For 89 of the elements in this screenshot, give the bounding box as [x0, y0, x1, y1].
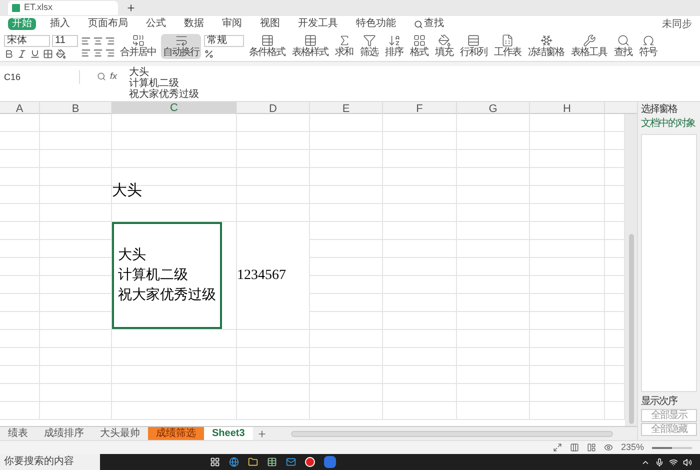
ribbon-icon — [362, 34, 376, 47]
menu-tab[interactable]: 插入 — [46, 18, 74, 30]
task-view-icon[interactable] — [210, 457, 220, 467]
ribbon-icon — [616, 34, 630, 47]
add-sheet-icon[interactable] — [256, 428, 267, 438]
zoom-icon[interactable] — [96, 72, 106, 82]
align-bottom-icon[interactable] — [105, 48, 115, 58]
ribbon-icon — [304, 34, 316, 47]
microphone-icon[interactable] — [655, 458, 664, 466]
align-middle-icon[interactable] — [93, 48, 103, 58]
ribbon-button[interactable]: 条件格式 — [247, 34, 287, 59]
cell-text-line: 祝大家优秀过级 — [118, 286, 216, 304]
ribbon-icon — [260, 34, 274, 47]
ribbon-icon — [412, 34, 426, 47]
ribbon-icon — [438, 34, 450, 47]
ribbon-icon — [132, 34, 144, 47]
ribbon-icon — [467, 34, 480, 47]
browser-icon[interactable] — [229, 457, 239, 467]
mail-icon[interactable] — [286, 457, 296, 467]
fullscreen-icon[interactable] — [552, 443, 562, 452]
name-box[interactable]: C16 — [0, 70, 80, 84]
percent-icon[interactable] — [204, 48, 214, 58]
ribbon-button[interactable]: 符号 — [637, 34, 659, 59]
sheet-tab[interactable]: 成绩排序 — [36, 427, 92, 440]
font-select[interactable]: 宋体 — [4, 34, 50, 46]
zoom-level[interactable]: 235% — [620, 440, 644, 454]
menu-tab[interactable]: 开发工具 — [294, 18, 342, 30]
page-view-icon[interactable] — [586, 443, 596, 452]
ribbon-button[interactable]: 格式 — [408, 34, 430, 59]
cell-text-line: 计算机二级 — [118, 266, 189, 284]
sync-status[interactable]: 未同步 — [662, 16, 692, 32]
menu-tab[interactable]: 视图 — [256, 18, 284, 30]
pane-title: 选择窗格 — [641, 104, 678, 116]
align-right-icon[interactable] — [105, 36, 115, 46]
ribbon-button[interactable]: 合并居中 — [118, 34, 158, 59]
eye-icon[interactable] — [604, 443, 613, 452]
border-icon[interactable] — [43, 48, 53, 58]
folder-icon[interactable] — [248, 457, 258, 467]
table-cell-text: 1234567 — [237, 266, 286, 284]
record-icon[interactable] — [305, 457, 315, 467]
align-left-icon[interactable] — [81, 36, 91, 46]
ribbon-button[interactable]: 填充 — [433, 34, 455, 59]
ribbon-button[interactable]: 表格工具 — [569, 34, 609, 59]
ribbon-button[interactable]: 表格样式 — [290, 34, 330, 59]
menu-tab[interactable]: 审阅 — [218, 18, 246, 30]
sheet-tab[interactable]: 绩表 — [0, 427, 36, 440]
number-format-select[interactable]: 常规 — [204, 34, 244, 46]
ribbon-icon — [540, 34, 552, 47]
pane-subtitle: 文档中的对象 — [641, 118, 696, 130]
order-label: 显示次序 — [641, 396, 678, 408]
horizontal-scrollbar[interactable] — [290, 430, 613, 436]
ribbon-button[interactable]: 排序 — [383, 34, 405, 59]
vertical-scrollbar[interactable] — [625, 114, 637, 426]
align-top-icon[interactable] — [81, 48, 91, 58]
new-tab-icon[interactable] — [126, 3, 136, 13]
ribbon-button[interactable]: 查找 — [612, 34, 634, 59]
ribbon-icon — [501, 34, 514, 47]
menu-tab[interactable]: 公式 — [142, 18, 170, 30]
network-icon[interactable] — [669, 458, 678, 466]
underline-icon[interactable] — [30, 48, 40, 58]
ribbon-icon — [642, 34, 654, 47]
ribbon-icon — [174, 34, 188, 47]
font-size-select[interactable]: 11 — [52, 34, 78, 46]
ribbon-button[interactable]: 工作表 — [492, 34, 523, 59]
ribbon-button[interactable]: 自动换行 — [161, 34, 201, 59]
taskbar-search-field[interactable]: 你要搜索的内容 — [0, 454, 100, 470]
ribbon-icon — [582, 34, 596, 47]
search-icon — [414, 20, 423, 28]
sheet-tab[interactable]: 大头最帅 — [92, 427, 148, 440]
sheet-tab[interactable]: Sheet3 — [204, 427, 253, 440]
ribbon-button[interactable]: 冻结窗格 — [526, 34, 566, 59]
volume-icon[interactable] — [683, 458, 692, 466]
align-center-icon[interactable] — [93, 36, 103, 46]
menu-tab[interactable]: 特色功能 — [352, 18, 400, 30]
function-label[interactable]: fx — [110, 70, 117, 84]
cell-text-line: 大头 — [118, 246, 147, 264]
ribbon-button[interactable]: 行和列 — [458, 34, 489, 59]
bold-icon[interactable] — [4, 48, 14, 58]
fill-color-icon[interactable] — [56, 48, 66, 58]
menu-tab[interactable]: 页面布局 — [84, 18, 132, 30]
ribbon-button[interactable]: 筛选 — [358, 34, 380, 59]
menu-tab[interactable]: 数据 — [180, 18, 208, 30]
sheet-tab[interactable]: 成绩筛选 — [148, 427, 204, 440]
file-tab[interactable]: ET.xlsx — [8, 1, 118, 15]
italic-icon[interactable] — [17, 48, 27, 58]
ribbon-icon — [388, 34, 400, 47]
ribbon-button[interactable]: 求和 — [333, 34, 355, 59]
normal-view-icon[interactable] — [570, 443, 579, 452]
menu-tab[interactable]: 查找 — [410, 18, 448, 30]
